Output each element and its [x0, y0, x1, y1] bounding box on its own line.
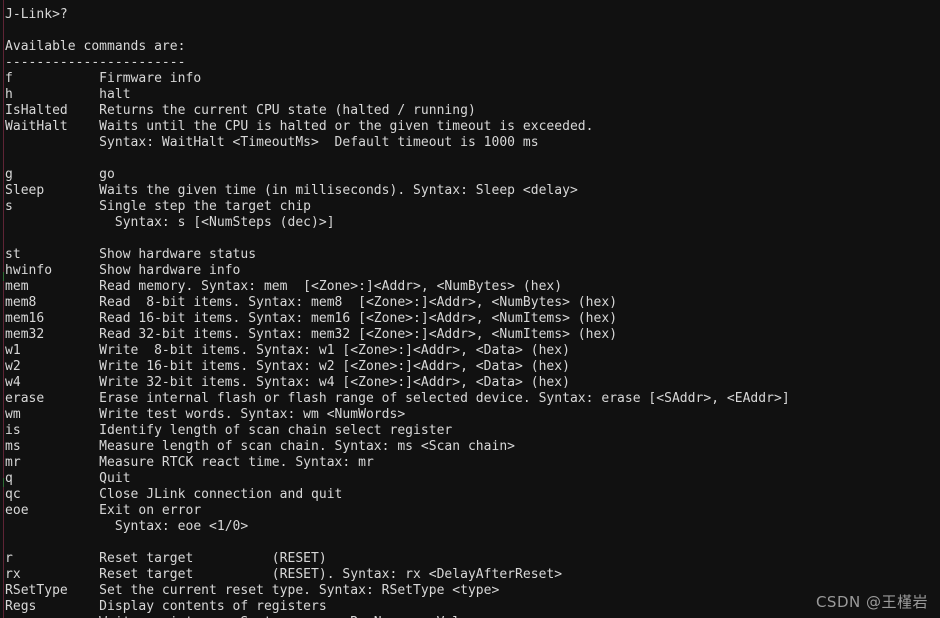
command-line: w4 Write 32-bit items. Syntax: w4 [<Zone… — [5, 375, 570, 390]
command-line: mem32 Read 32-bit items. Syntax: mem32 [… — [5, 327, 618, 342]
commands-divider: ----------------------- — [5, 55, 186, 70]
command-line: Syntax: s [<NumSteps (dec)>] — [5, 215, 335, 230]
command-line: q Quit — [5, 471, 131, 486]
command-line: g go — [5, 167, 115, 182]
commands-header: Available commands are: — [5, 39, 186, 54]
command-line: erase Erase internal flash or flash rang… — [5, 391, 790, 406]
command-line: Regs Display contents of registers — [5, 599, 327, 614]
command-line: mr Measure RTCK react time. Syntax: mr — [5, 455, 374, 470]
spacer-line — [0, 231, 940, 247]
left-edge-rule — [3, 0, 4, 618]
command-line: WaitHalt Waits until the CPU is halted o… — [5, 119, 594, 134]
command-line: eoe Exit on error — [5, 503, 202, 518]
command-line: f Firmware info — [5, 71, 202, 86]
clipped-top-row: ------- -- -- -- -- -- -- -- -- -- -- --… — [0, 0, 940, 7]
command-line: w1 Write 8-bit items. Syntax: w1 [<Zone>… — [5, 343, 570, 358]
terminal-output: J-Link>? Available commands are: -------… — [0, 7, 940, 618]
left-edge-tick-secondary-icon — [3, 478, 4, 487]
command-line: IsHalted Returns the current CPU state (… — [5, 103, 476, 118]
command-line: Syntax: eoe <1/0> — [5, 519, 249, 534]
command-line: w2 Write 16-bit items. Syntax: w2 [<Zone… — [5, 359, 570, 374]
spacer-line — [0, 151, 940, 167]
command-line: st Show hardware status — [5, 247, 257, 262]
command-line: s Single step the target chip — [5, 199, 312, 214]
command-line: is Identify length of scan chain select … — [5, 423, 453, 438]
command-line: mem Read memory. Syntax: mem [<Zone>:]<A… — [5, 279, 563, 294]
command-line: h halt — [5, 87, 131, 102]
spacer-line — [0, 23, 940, 39]
command-line: qc Close JLink connection and quit — [5, 487, 343, 502]
command-line: mem8 Read 8-bit items. Syntax: mem8 [<Zo… — [5, 295, 618, 310]
command-line: mem16 Read 16-bit items. Syntax: mem16 [… — [5, 311, 618, 326]
command-line: Sleep Waits the given time (in milliseco… — [5, 183, 578, 198]
prompt-line: J-Link>? — [5, 7, 68, 22]
command-line: Syntax: WaitHalt <TimeoutMs> Default tim… — [5, 135, 539, 150]
command-line: wm Write test words. Syntax: wm <NumWord… — [5, 407, 406, 422]
command-line: RSetType Set the current reset type. Syn… — [5, 583, 500, 598]
command-line: ms Measure length of scan chain. Syntax:… — [5, 439, 516, 454]
command-line: rx Reset target (RESET). Syntax: rx <Del… — [5, 567, 563, 582]
terminal-window[interactable]: ------- -- -- -- -- -- -- -- -- -- -- --… — [0, 0, 940, 618]
csdn-watermark: CSDN @王槿岩 — [815, 593, 928, 611]
command-line: r Reset target (RESET) — [5, 551, 327, 566]
command-line: hwinfo Show hardware info — [5, 263, 241, 278]
left-edge-tick-icon — [3, 272, 4, 281]
spacer-line — [0, 535, 940, 551]
